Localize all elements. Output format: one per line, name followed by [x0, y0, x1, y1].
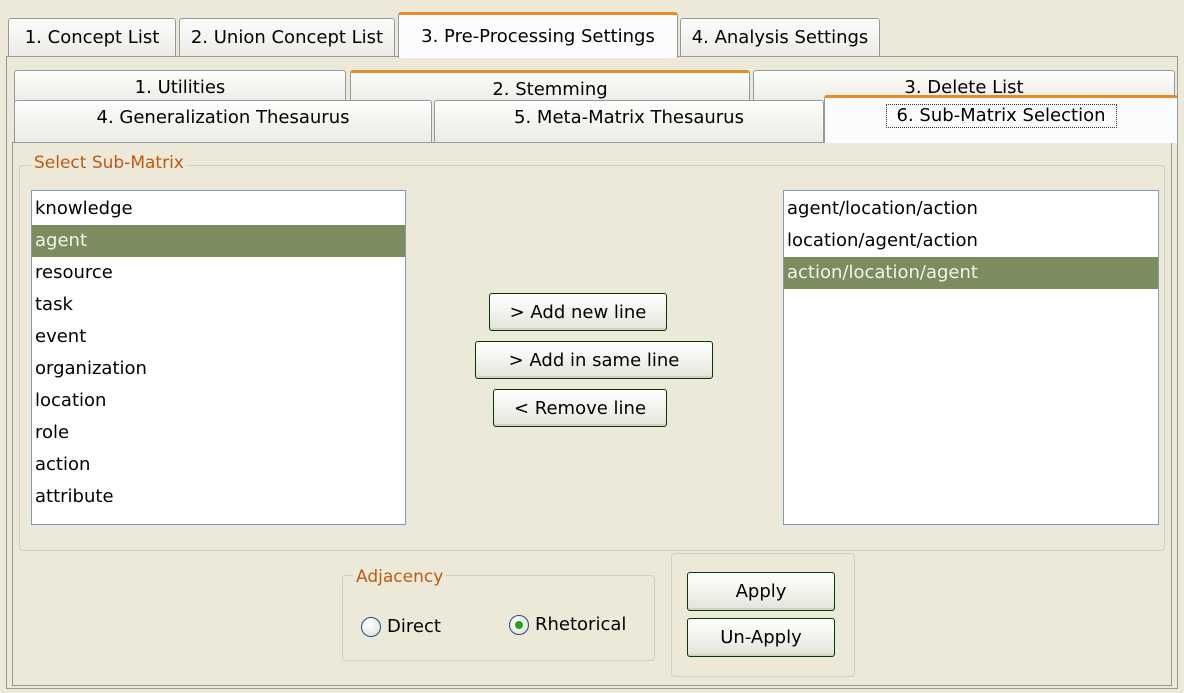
sub-matrix-selection-panel: Select Sub-Matrix knowledge agent resour… [12, 142, 1172, 686]
list-item[interactable]: action [32, 449, 405, 481]
list-item[interactable]: task [32, 289, 405, 321]
adjacency-title: Adjacency [353, 567, 447, 587]
radio-unchecked-icon [361, 616, 381, 637]
tab-label: 4. Generalization Thesaurus [96, 107, 350, 128]
tab-label: 6. Sub-Matrix Selection [885, 104, 1117, 128]
rhetorical-radio[interactable]: Rhetorical [509, 614, 626, 635]
list-item[interactable]: attribute [32, 481, 405, 513]
tab-label: 2. Stemming [492, 79, 608, 100]
list-item[interactable]: resource [32, 257, 405, 289]
list-item[interactable]: role [32, 417, 405, 449]
tab-meta-matrix-thesaurus[interactable]: 5. Meta-Matrix Thesaurus [434, 100, 824, 142]
tab-label: 1. Utilities [134, 77, 226, 98]
add-in-same-line-button[interactable]: > Add in same line [475, 341, 713, 379]
list-item[interactable]: agent [32, 225, 405, 257]
tab-utilities[interactable]: 1. Utilities [14, 70, 346, 104]
tab-union-concept-list[interactable]: 2. Union Concept List [179, 18, 395, 56]
tab-analysis-settings[interactable]: 4. Analysis Settings [680, 18, 880, 56]
tab-label: 1. Concept List [24, 27, 160, 48]
list-item[interactable]: location/agent/action [784, 225, 1158, 257]
sub-matrix-list[interactable]: agent/location/action location/agent/act… [783, 190, 1159, 525]
tab-label: 4. Analysis Settings [691, 27, 869, 48]
list-item[interactable]: event [32, 321, 405, 353]
tab-label: 2. Union Concept List [190, 27, 384, 48]
radio-checked-icon [509, 614, 529, 635]
list-item[interactable]: organization [32, 353, 405, 385]
rhetorical-label: Rhetorical [535, 614, 627, 635]
tab-sub-matrix-selection[interactable]: 6. Sub-Matrix Selection [824, 95, 1178, 143]
add-new-line-button[interactable]: > Add new line [489, 293, 667, 331]
apply-button[interactable]: Apply [687, 572, 835, 611]
un-apply-button[interactable]: Un-Apply [687, 618, 835, 657]
tab-label: 3. Pre-Processing Settings [421, 26, 655, 47]
select-sub-matrix-title: Select Sub-Matrix [31, 153, 187, 173]
tab-stemming[interactable]: 2. Stemming [350, 70, 750, 104]
tab-generalization-thesaurus[interactable]: 4. Generalization Thesaurus [14, 100, 432, 142]
list-item[interactable]: location [32, 385, 405, 417]
tab-concept-list[interactable]: 1. Concept List [8, 18, 176, 56]
tab-pre-processing-settings[interactable]: 3. Pre-Processing Settings [398, 12, 678, 58]
list-item[interactable]: knowledge [32, 193, 405, 225]
remove-line-button[interactable]: < Remove line [493, 389, 667, 427]
tab-label: 5. Meta-Matrix Thesaurus [514, 107, 744, 128]
list-item[interactable]: action/location/agent [784, 257, 1158, 289]
list-item[interactable]: agent/location/action [784, 193, 1158, 225]
direct-radio[interactable]: Direct [361, 616, 441, 637]
source-concept-list[interactable]: knowledge agent resource task event orga… [31, 190, 406, 525]
direct-label: Direct [387, 616, 441, 637]
